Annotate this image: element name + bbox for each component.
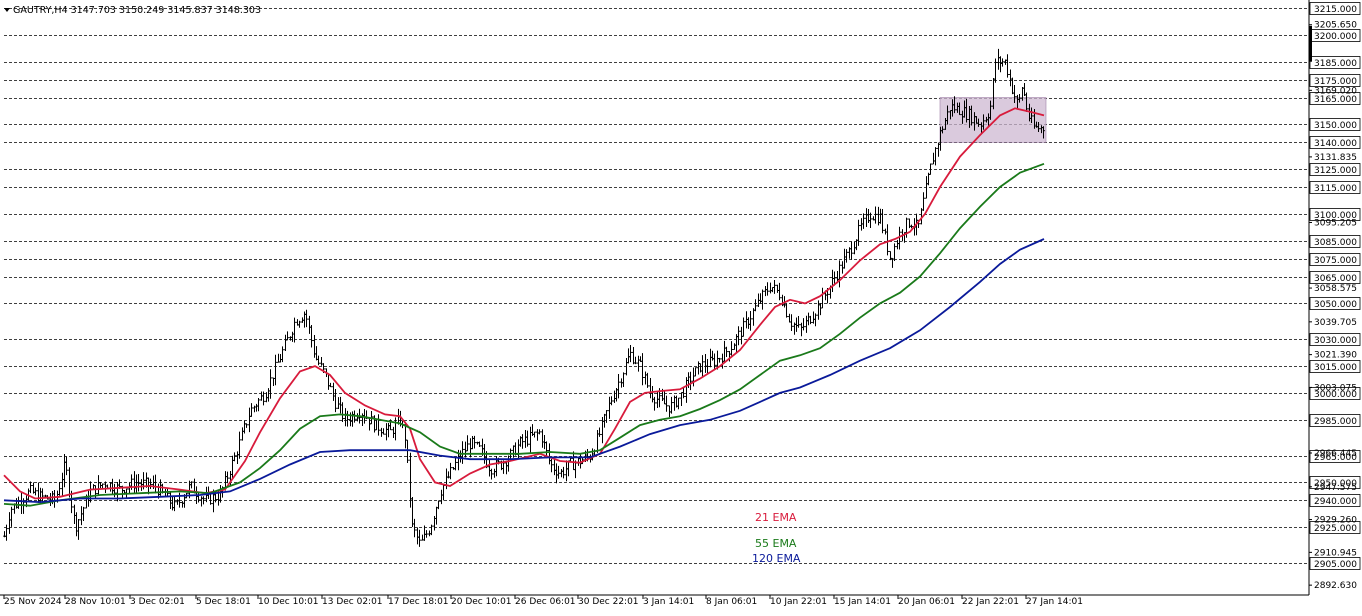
level-label-text: 2940.000 <box>1314 497 1357 507</box>
time-tick-label: 26 Dec 06:01 <box>515 597 576 607</box>
price-axis: 3215.000 3200.000 3185.000 3175.000 3165.000… <box>1308 0 1361 595</box>
level-label-text: 3200.000 <box>1314 32 1357 42</box>
level-label-text: 3115.000 <box>1314 184 1357 194</box>
time-tick-label: 15 Jan 14:01 <box>834 597 891 607</box>
time-tick-label: 17 Dec 18:01 <box>388 597 449 607</box>
time-tick-label: 28 Nov 10:01 <box>65 597 126 607</box>
price-tick-label: 3058.575 <box>1314 284 1357 294</box>
symbol-info: GAUTRY,H4 3147.703 3150.249 3145.837 314… <box>13 5 261 16</box>
price-tick-label: 3169.020 <box>1314 86 1357 96</box>
level-price-label: 3085.000 <box>1309 235 1361 248</box>
price-tick-label: 3205.650 <box>1314 21 1357 31</box>
time-tick-label: 3 Jan 14:01 <box>643 597 694 607</box>
level-price-label: 3075.000 <box>1309 253 1361 266</box>
time-tick-label: 10 Jan 22:01 <box>770 597 827 607</box>
level-price-label: 2940.000 <box>1309 494 1361 507</box>
price-tick-label: 3095.205 <box>1314 218 1357 228</box>
price-tick-label: 3003.075 <box>1314 383 1357 393</box>
time-tick-label: 3 Dec 02:01 <box>130 597 185 607</box>
level-price-label: 3115.000 <box>1309 181 1361 194</box>
level-price-label: 3050.000 <box>1309 297 1361 310</box>
level-label-text: 2905.000 <box>1314 560 1357 570</box>
time-tick-label: 5 Dec 18:01 <box>196 597 251 607</box>
legend-entry-2: 55 EMA <box>755 537 797 550</box>
chart-svg[interactable]: 21 EMA 55 EMA 120 EMA 3215.000 3200.000 3185… <box>0 0 1362 611</box>
level-label-text: 3030.000 <box>1314 336 1357 346</box>
price-tick-label: 3021.390 <box>1314 351 1357 361</box>
level-label-text: 3140.000 <box>1314 139 1357 149</box>
level-label-text: 3015.000 <box>1314 363 1357 373</box>
price-tick-label: 2892.630 <box>1314 581 1357 591</box>
level-label-text: 3165.000 <box>1314 95 1357 105</box>
level-price-label: 2905.000 <box>1309 557 1361 570</box>
time-tick-label: 8 Jan 06:01 <box>706 597 757 607</box>
level-price-label: 3215.000 <box>1309 2 1361 15</box>
level-price-label: 3030.000 <box>1309 333 1361 346</box>
level-label-text: 3085.000 <box>1314 238 1357 248</box>
time-tick-label: 20 Dec 10:01 <box>451 597 512 607</box>
level-label-text: 3125.000 <box>1314 166 1357 176</box>
ema-legend: 21 EMA 55 EMA 120 EMA <box>752 511 801 565</box>
time-tick-label: 13 Dec 02:01 <box>322 597 383 607</box>
price-tick-label: 3131.835 <box>1314 153 1357 163</box>
level-label-text: 3065.000 <box>1314 274 1357 284</box>
time-tick-label: 30 Dec 22:01 <box>578 597 639 607</box>
price-tick-label: 2947.575 <box>1314 483 1357 493</box>
price-tick-label: 2929.260 <box>1314 516 1357 526</box>
level-price-label: 3125.000 <box>1309 163 1361 176</box>
level-price-label: 3200.000 <box>1309 29 1361 42</box>
current-price-marker <box>1309 25 1312 62</box>
time-tick-label: 10 Dec 10:01 <box>258 597 319 607</box>
legend-entry-1: 21 EMA <box>755 511 797 524</box>
time-tick-label: 25 Nov 2024 <box>4 597 62 607</box>
price-tick-label: 2966.445 <box>1314 449 1357 459</box>
level-label-text: 2985.000 <box>1314 417 1357 427</box>
level-label-text: 3050.000 <box>1314 300 1357 310</box>
level-price-label: 3175.000 <box>1309 74 1361 87</box>
level-price-label: 3140.000 <box>1309 136 1361 149</box>
price-chart[interactable]: 21 EMA 55 EMA 120 EMA 3215.000 3200.000 3185… <box>0 0 1362 611</box>
level-label-text: 3215.000 <box>1314 5 1357 15</box>
level-label-text: 3075.000 <box>1314 256 1357 266</box>
time-tick-label: 22 Jan 22:01 <box>962 597 1019 607</box>
level-label-text: 3185.000 <box>1314 59 1357 69</box>
time-tick-label: 27 Jan 14:01 <box>1026 597 1083 607</box>
level-label-text: 3150.000 <box>1314 121 1357 131</box>
level-price-label: 3150.000 <box>1309 118 1361 131</box>
price-tick-label: 3039.705 <box>1314 318 1357 328</box>
level-price-label: 3185.000 <box>1309 56 1361 69</box>
time-tick-label: 20 Jan 06:01 <box>898 597 955 607</box>
level-price-label: 3065.000 <box>1309 271 1361 284</box>
chart-background <box>0 0 1362 611</box>
price-tick-label: 2910.945 <box>1314 548 1357 558</box>
chart-header: GAUTRY,H4 3147.703 3150.249 3145.837 314… <box>4 5 261 16</box>
legend-entry-3: 120 EMA <box>752 552 801 565</box>
level-price-label: 3015.000 <box>1309 360 1361 373</box>
level-price-label: 2985.000 <box>1309 414 1361 427</box>
